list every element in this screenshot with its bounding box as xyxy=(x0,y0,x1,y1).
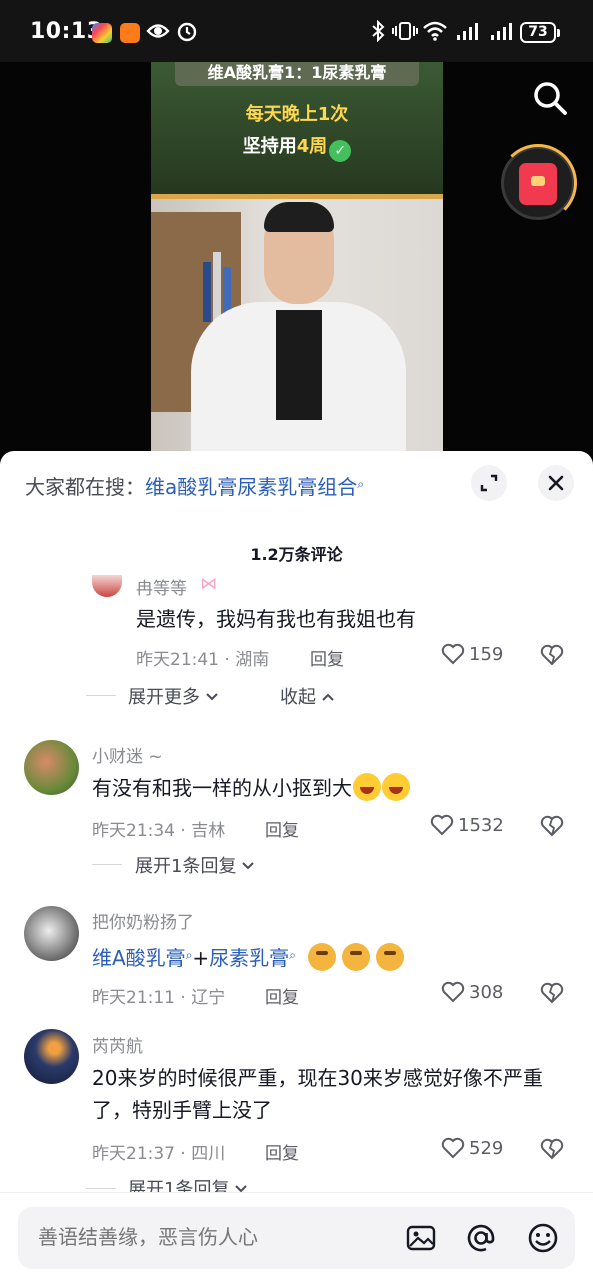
close-icon xyxy=(548,475,564,491)
image-icon[interactable] xyxy=(404,1221,438,1255)
comment-text: 20来岁的时候很严重，现在30来岁感觉好像不严重了，特别手臂上没了 xyxy=(92,1066,543,1122)
heart-icon xyxy=(441,643,465,665)
comment-meta: 昨天21:37 · 四川 xyxy=(92,1144,226,1164)
divider xyxy=(92,864,122,865)
expand-more-label: 展开更多 xyxy=(128,687,200,708)
video-caption-line1: 每天晚上1次 xyxy=(245,104,349,125)
avatar[interactable] xyxy=(24,740,79,795)
reply-button[interactable]: 回复 xyxy=(310,645,344,670)
like-count: 159 xyxy=(469,644,504,665)
chevron-down-icon xyxy=(206,693,218,701)
like-button[interactable]: 1532 xyxy=(430,814,504,836)
dislike-icon[interactable] xyxy=(540,644,564,666)
comment-author[interactable]: 小财迷 ~ xyxy=(92,742,163,767)
thinking-emoji-icon xyxy=(307,943,336,971)
collapse-replies[interactable]: 收起 xyxy=(280,683,336,709)
like-count: 529 xyxy=(469,1138,504,1159)
vibrate-icon xyxy=(392,22,418,40)
heart-icon xyxy=(441,981,465,1003)
comment-text: 是遗传，我妈有我也有我姐也有 xyxy=(136,607,416,631)
like-button[interactable]: 529 xyxy=(441,1137,503,1159)
video-overlay-title: 维A酸乳膏1：1尿素乳膏 xyxy=(175,62,419,86)
comment-text-body: 有没有和我一样的从小抠到大 xyxy=(92,776,352,800)
comment-meta: 昨天21:41 · 湖南 xyxy=(136,650,270,670)
like-button[interactable]: 159 xyxy=(441,643,503,665)
reply-button[interactable]: 回复 xyxy=(265,1139,299,1164)
chevron-down-icon xyxy=(242,862,255,870)
avatar[interactable] xyxy=(24,906,79,961)
divider xyxy=(86,1188,116,1189)
video-player[interactable]: 维A酸乳膏1：1尿素乳膏 每天晚上1次 坚持用4周 ✓ xyxy=(0,62,593,462)
comment-author[interactable]: 把你奶粉扬了 xyxy=(92,908,194,933)
mention-icon[interactable] xyxy=(464,1221,498,1255)
bluetooth-icon xyxy=(372,20,385,42)
video-caption-line2: 坚持用4周 ✓ xyxy=(151,132,443,162)
chevron-up-icon xyxy=(322,693,334,701)
expand-icon xyxy=(480,474,498,492)
signal-icon xyxy=(491,23,512,40)
reply-button[interactable]: 回复 xyxy=(265,983,299,1008)
reply-button[interactable]: 回复 xyxy=(265,816,299,841)
avatar[interactable] xyxy=(24,1029,79,1084)
dislike-icon[interactable] xyxy=(540,815,564,837)
like-button[interactable]: 308 xyxy=(441,981,503,1003)
alarm-icon xyxy=(177,22,197,42)
comment-text-plus: + xyxy=(192,946,210,970)
search-icon[interactable] xyxy=(530,78,570,118)
comment-author[interactable]: 冉等等 xyxy=(136,574,187,599)
thinking-emoji-icon xyxy=(375,943,404,971)
trending-search-label: 大家都在搜： xyxy=(25,475,145,499)
app-notification-icon xyxy=(92,23,112,43)
laughing-emoji-icon xyxy=(382,773,410,801)
thinking-emoji-icon xyxy=(341,943,370,971)
trending-search-hint[interactable]: 大家都在搜：维a酸乳膏尿素乳膏组合⌕ xyxy=(25,471,364,500)
search-keyword-link[interactable]: 维A酸乳膏 xyxy=(92,946,186,970)
emoji-icon[interactable] xyxy=(526,1221,560,1255)
comment-sheet: 大家都在搜：维a酸乳膏尿素乳膏组合⌕ 1.2万条评论 冉等等 ⋈ 是遗传，我妈有… xyxy=(0,451,593,1280)
app-notification-icon xyxy=(120,23,140,43)
comment-input-bar xyxy=(0,1192,593,1280)
video-caption-highlight: 4周 xyxy=(296,136,328,157)
search-keyword-link[interactable]: 尿素乳膏 xyxy=(209,946,289,970)
bow-emoji-icon: ⋈ xyxy=(200,574,217,594)
dislike-icon[interactable] xyxy=(540,1138,564,1160)
doctor-hair-image xyxy=(264,202,334,232)
wifi-icon xyxy=(423,21,447,41)
search-small-icon: ⌕ xyxy=(289,948,296,962)
expand-replies[interactable]: 展开1条回复 xyxy=(135,852,256,878)
close-button[interactable] xyxy=(538,465,574,501)
signal-icon xyxy=(457,23,478,40)
comment-meta: 昨天21:34 · 吉林 xyxy=(92,821,226,841)
doctor-shirt-image xyxy=(276,310,322,420)
search-small-icon: ⌕ xyxy=(357,477,364,491)
video-caption-prefix: 坚持用 xyxy=(242,136,297,157)
red-envelope-icon[interactable] xyxy=(519,163,557,205)
like-count: 308 xyxy=(469,982,504,1003)
comment-text: 有没有和我一样的从小抠到大 xyxy=(92,772,410,804)
battery-indicator: 73 xyxy=(520,22,556,43)
battery-cap xyxy=(557,29,560,37)
laughing-emoji-icon xyxy=(353,773,381,801)
eye-icon xyxy=(146,24,170,38)
check-icon: ✓ xyxy=(329,140,352,162)
heart-icon xyxy=(441,1137,465,1159)
expand-sheet-button[interactable] xyxy=(471,465,507,501)
divider xyxy=(86,695,116,696)
video-frame[interactable]: 维A酸乳膏1：1尿素乳膏 每天晚上1次 坚持用4周 ✓ xyxy=(151,62,443,462)
avatar[interactable] xyxy=(92,575,122,597)
trending-search-keyword[interactable]: 维a酸乳膏尿素乳膏组合 xyxy=(145,475,357,499)
comment-text: 维A酸乳膏⌕+尿素乳膏⌕ xyxy=(92,939,404,974)
comment-input[interactable] xyxy=(38,1225,388,1249)
comment-count: 1.2万条评论 xyxy=(250,545,343,564)
status-bar: 10:13 73 xyxy=(0,0,593,62)
like-count: 1532 xyxy=(458,815,504,836)
expand-more-replies[interactable]: 展开更多 xyxy=(128,683,220,709)
comment-meta: 昨天21:11 · 辽宁 xyxy=(92,988,226,1008)
comment-input-box[interactable] xyxy=(18,1207,575,1269)
comment-author[interactable]: 芮芮航 xyxy=(92,1032,143,1057)
heart-icon xyxy=(430,814,454,836)
expand-replies-label: 展开1条回复 xyxy=(135,856,237,877)
dislike-icon[interactable] xyxy=(540,982,564,1004)
collapse-label: 收起 xyxy=(280,687,316,708)
